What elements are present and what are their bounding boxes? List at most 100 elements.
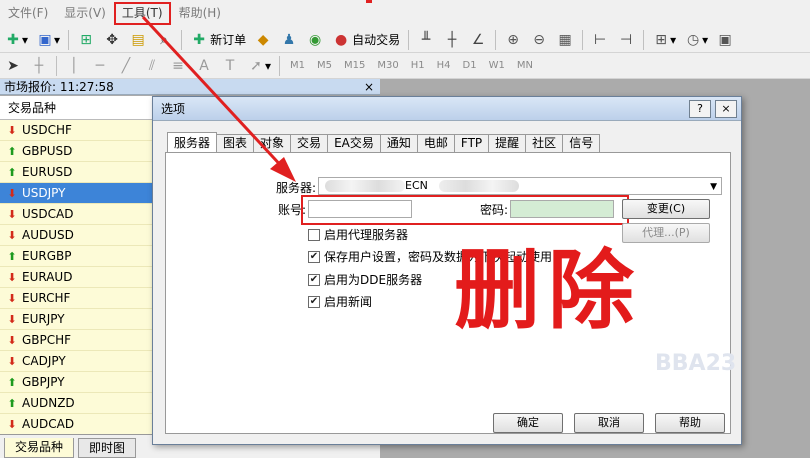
arrows-button[interactable]: ➚ ▾ [244,55,274,77]
tab-symbols[interactable]: 交易品种 [4,438,75,458]
timeframe-button[interactable]: M15 [338,60,371,71]
line-chart-button[interactable]: ∠ [466,29,490,51]
timeframe-button[interactable]: MN [511,60,539,71]
symbol-name: EURUSD [22,164,73,179]
server-select[interactable]: ECN ▼ [318,177,722,195]
data-window-button[interactable]: ▤ [126,29,150,51]
zoom-in-button[interactable]: ⊕ [501,29,525,51]
tile-button[interactable]: ▦ [553,29,577,51]
indicators-button[interactable]: ⊞ ▾ [649,29,679,51]
tab-tick-chart[interactable]: 即时图 [78,438,137,458]
tester-button[interactable]: ⌕ [152,29,176,51]
tab-notifications[interactable]: 通知 [379,134,418,152]
help-button[interactable]: 帮助 [655,413,725,433]
autoscroll-button[interactable]: ⊢ [588,29,612,51]
cancel-button[interactable]: 取消 [574,413,644,433]
templates-button[interactable]: ▣ [713,29,737,51]
new-order-button[interactable]: ✚ 新订单 [187,29,249,51]
symbol-row[interactable]: ⬇ EURJPY [0,309,153,330]
text-button[interactable]: A [192,55,216,77]
zoom-out-button[interactable]: ⊖ [527,29,551,51]
news-checkbox[interactable]: ✔ 启用新闻 [308,293,372,310]
new-chart-button[interactable]: ✚ ▾ [1,29,31,51]
symbol-row[interactable]: ⬆ GBPJPY [0,372,153,393]
server-value: ECN [405,179,428,192]
close-icon[interactable]: × [364,79,374,95]
symbol-row[interactable]: ⬆ EURUSD [0,162,153,183]
market-watch-button[interactable]: ⊞ [74,29,98,51]
symbol-row[interactable]: ⬇ USDCAD [0,204,153,225]
trendline-button[interactable]: ╱ [114,55,138,77]
cursor-button[interactable]: ➤ [1,55,25,77]
periods-button[interactable]: ◷ ▾ [681,29,711,51]
bar-chart-button[interactable]: ╨ [414,29,438,51]
menu-file[interactable]: 文件(F) [0,0,56,27]
horizontal-line-button[interactable]: ─ [88,55,112,77]
tab-community[interactable]: 社区 [525,134,564,152]
tab-objects[interactable]: 对象 [253,134,292,152]
symbol-name: USDJPY [22,185,66,200]
watermark: BBA23 [655,351,737,376]
menu-view[interactable]: 显示(V) [56,0,114,27]
symbol-row[interactable]: ⬆ AUDNZD [0,393,153,414]
crosshair-button[interactable]: ┼ [27,55,51,77]
tab-alerts[interactable]: 提醒 [488,134,527,152]
timeframe-button[interactable]: W1 [483,60,511,71]
tab-server[interactable]: 服务器 [167,132,218,152]
arrow-up-icon: ⬆ [7,396,17,410]
tab-trade[interactable]: 交易 [290,134,329,152]
ok-button[interactable]: 确定 [493,413,563,433]
symbol-row[interactable]: ⬇ AUDUSD [0,225,153,246]
arrow-down-icon: ⬇ [7,123,17,137]
symbol-row[interactable]: ⬇ EURAUD [0,267,153,288]
menu-help[interactable]: 帮助(H) [171,0,229,27]
symbol-row[interactable]: ⬇ USDJPY [0,183,153,204]
signals-button[interactable]: ♟ [277,29,301,51]
vps-button[interactable]: ◉ [303,29,327,51]
fibo-button[interactable]: ≡ [166,55,190,77]
candle-chart-button[interactable]: ┼ [440,29,464,51]
symbol-row[interactable]: ⬇ USDCHF [0,120,153,141]
timeframe-button[interactable]: M1 [284,60,311,71]
symbol-row[interactable]: ⬆ GBPUSD [0,141,153,162]
market-watch-title: 市场报价: 11:27:58 [4,80,114,94]
metaeditor-button[interactable]: ◆ [251,29,275,51]
symbol-row[interactable]: ⬇ CADJPY [0,351,153,372]
vertical-line-icon: │ [69,57,79,74]
symbol-column-header[interactable]: 交易品种 [0,96,153,120]
new-order-icon: ✚ [193,31,205,48]
change-button[interactable]: 变更(C) [622,199,710,219]
tab-signals[interactable]: 信号 [562,134,601,152]
proxy-checkbox[interactable]: 启用代理服务器 [308,226,408,243]
new-order-label: 新订单 [210,33,247,47]
symbol-row[interactable]: ⬇ GBPCHF [0,330,153,351]
bar-chart-icon: ╨ [421,31,431,48]
timeframe-button[interactable]: H4 [431,60,457,71]
symbol-row[interactable]: ⬆ EURGBP [0,246,153,267]
label-button[interactable]: T [218,55,242,77]
help-question-button[interactable]: ? [689,99,711,118]
dialog-close-button[interactable]: × [715,99,737,118]
tab-ftp[interactable]: FTP [453,134,490,152]
tab-expert-advisors[interactable]: EA交易 [327,134,381,152]
timeframe-button[interactable]: M5 [311,60,338,71]
profiles-button[interactable]: ▣ ▾ [33,29,63,51]
timeframe-button[interactable]: D1 [457,60,483,71]
arrow-down-icon: ⬇ [7,333,17,347]
timeframe-button[interactable]: M30 [371,60,404,71]
tab-email[interactable]: 电邮 [416,134,455,152]
auto-trade-button[interactable]: ● 自动交易 [329,29,403,51]
tab-charts[interactable]: 图表 [216,134,255,152]
menu-tools[interactable]: 工具(T) [113,2,171,25]
channel-button[interactable]: ⫽ [140,55,164,77]
symbol-row[interactable]: ⬇ EURCHF [0,288,153,309]
arrow-icon: ➚ [250,57,262,74]
chart-shift-button[interactable]: ⊣ [614,29,638,51]
symbol-row[interactable]: ⬇ AUDCAD [0,414,153,435]
dde-server-checkbox[interactable]: ✔ 启用为DDE服务器 [308,271,422,288]
vertical-line-button[interactable]: │ [62,55,86,77]
folder-icon: ▤ [131,31,145,48]
highlight-box [301,195,629,225]
navigator-button[interactable]: ✥ [100,29,124,51]
timeframe-button[interactable]: H1 [405,60,431,71]
